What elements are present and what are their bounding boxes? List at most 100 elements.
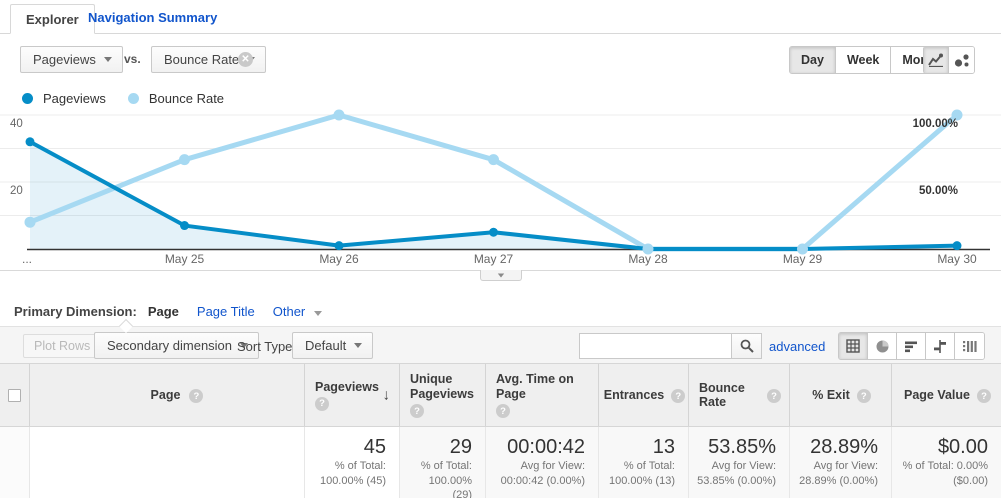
dimension-other[interactable]: Other [273, 304, 322, 319]
svg-text:May 30: May 30 [937, 252, 977, 266]
chevron-down-icon [313, 310, 322, 316]
cell-subtext: Avg for View: [520, 460, 585, 472]
motion-chart-button[interactable] [949, 47, 974, 73]
chevron-down-icon [103, 57, 112, 62]
cell-subtext: % of Total: [623, 460, 675, 472]
data-grid-icon [846, 339, 860, 353]
cell-subtext: % of Total: [420, 460, 472, 472]
primary-dimension-label: Primary Dimension: [14, 303, 137, 319]
week-label: Week [846, 53, 880, 67]
legend-item-bounce-rate: Bounce Rate [127, 90, 225, 106]
tab-navigation-summary[interactable]: Navigation Summary [88, 0, 217, 34]
column-header-page-value[interactable]: Page Value ? [892, 364, 1001, 426]
primary-metric-dropdown[interactable]: Pageviews [20, 46, 123, 73]
legend-item-pageviews: Pageviews [22, 91, 106, 106]
percentage-view-button[interactable] [868, 333, 897, 359]
chart-legend: Pageviews Bounce Rate [0, 88, 1001, 108]
search-input[interactable] [579, 333, 731, 359]
help-icon[interactable]: ? [410, 404, 424, 418]
help-icon[interactable]: ? [496, 404, 510, 418]
dimension-page-title[interactable]: Page Title [197, 304, 255, 319]
secondary-dimension-dropdown[interactable]: Secondary dimension [94, 332, 260, 359]
column-label: Page Value [903, 388, 970, 402]
percent-exit-cell: 28.89% Avg for View: 28.89% (0.00%) [790, 427, 892, 498]
cell-value: 45 [363, 436, 386, 458]
help-icon[interactable]: ? [671, 389, 686, 403]
column-label: Page [150, 388, 181, 402]
entrances-cell: 13 % of Total: 100.00% (13) [599, 427, 689, 498]
page-cell [30, 427, 305, 498]
dimension-page[interactable]: Page [148, 304, 179, 319]
clear-metric-icon[interactable]: ✕ [238, 52, 253, 67]
performance-view-button[interactable] [897, 333, 926, 359]
cell-subtext: 100.00% (45) [319, 474, 386, 487]
secondary-metric-label: Bounce Rate [164, 52, 240, 67]
cell-subtext: % of Total: 0.00% [902, 460, 988, 472]
page-value-cell: $0.00 % of Total: 0.00% ($0.00) [892, 427, 1001, 498]
sort-descending-icon: ↓ [382, 386, 391, 404]
svg-text:40: 40 [10, 118, 23, 130]
svg-text:20: 20 [10, 185, 23, 197]
svg-text:May 27: May 27 [474, 252, 514, 266]
chart-type-switcher [923, 46, 975, 74]
column-header-unique-pageviews[interactable]: Unique Pageviews ? [400, 364, 486, 426]
chart-collapse-handle[interactable] [480, 270, 522, 281]
legend-bounce-rate-label: Bounce Rate [148, 90, 225, 106]
cell-subtext: 53.85% (0.00%) [697, 474, 776, 487]
sort-type-dropdown[interactable]: Default [292, 332, 374, 359]
help-icon[interactable]: ? [315, 396, 329, 411]
timeseries-chart[interactable]: 20 40 50.00% 100.00%... May 25 May 26 May 27 Ma… [0, 108, 1001, 268]
motion-chart-icon [954, 53, 969, 67]
svg-text:...: ... [22, 252, 32, 266]
help-icon[interactable]: ? [856, 389, 871, 403]
column-header-percent-exit[interactable]: % Exit ? [790, 364, 892, 426]
day-label: Day [801, 53, 824, 67]
column-header-page[interactable]: Page ? [30, 364, 305, 426]
granularity-week-button[interactable]: Week [835, 47, 892, 73]
column-header-bounce-rate[interactable]: Bounce Rate ? [689, 364, 790, 426]
primary-metric-label: Pageviews [33, 52, 96, 67]
column-label: Entrances [603, 388, 665, 402]
cell-value: 00:00:42 [507, 436, 585, 458]
granularity-day-button[interactable]: Day [790, 47, 836, 73]
advanced-link[interactable]: advanced [769, 339, 825, 354]
cell-value: 13 [652, 436, 675, 458]
secondary-dimension-label: Secondary dimension [107, 338, 233, 353]
avg-time-on-page-cell: 00:00:42 Avg for View: 00:00:42 (0.00%) [486, 427, 599, 498]
comparison-view-button[interactable] [926, 333, 955, 359]
legend-pageviews-label: Pageviews [43, 90, 106, 106]
plot-rows-button[interactable]: Plot Rows [23, 334, 102, 358]
tab-explorer[interactable]: Explorer [10, 4, 95, 34]
cell-subtext: Avg for View: [711, 460, 776, 472]
table-view-switcher [838, 332, 985, 360]
cell-subtext: % of Total: [334, 460, 386, 472]
help-icon[interactable]: ? [189, 389, 204, 403]
line-chart-icon [928, 53, 943, 67]
column-header-entrances[interactable]: Entrances ? [599, 364, 689, 426]
help-icon[interactable]: ? [767, 389, 781, 403]
line-chart-button[interactable] [924, 47, 949, 73]
help-icon[interactable]: ? [977, 389, 991, 403]
select-all-checkbox[interactable] [8, 388, 21, 402]
select-all-cell [0, 364, 30, 426]
table-view-button[interactable] [839, 333, 868, 359]
search-icon [740, 339, 754, 353]
cell-value: 28.89% [810, 436, 878, 458]
search-button[interactable] [731, 333, 762, 359]
chevron-down-icon [354, 343, 363, 348]
timeseries-chart-svg: 20 40 50.00% 100.00%... May 25 May 26 May 27 Ma… [0, 109, 1001, 266]
column-label: Bounce Rate [699, 381, 745, 409]
unique-pageviews-cell: 29 % of Total: 100.00% (29) [400, 427, 486, 498]
column-header-pageviews[interactable]: Pageviews ? ↓ [305, 364, 400, 426]
svg-text:50.00%: 50.00% [919, 185, 958, 197]
column-header-avg-time-on-page[interactable]: Avg. Time on Page ? [486, 364, 599, 426]
pivot-view-button[interactable] [955, 333, 984, 359]
cell-subtext: ($0.00) [953, 474, 988, 487]
column-label: % Exit [812, 388, 850, 402]
pie-chart-icon [876, 340, 888, 352]
svg-text:May 25: May 25 [165, 252, 205, 266]
svg-text:May 26: May 26 [319, 252, 359, 266]
tab-explorer-label: Explorer [26, 11, 79, 27]
column-label: Avg. Time on Page [496, 372, 574, 401]
cell-value: 29 [449, 436, 472, 458]
